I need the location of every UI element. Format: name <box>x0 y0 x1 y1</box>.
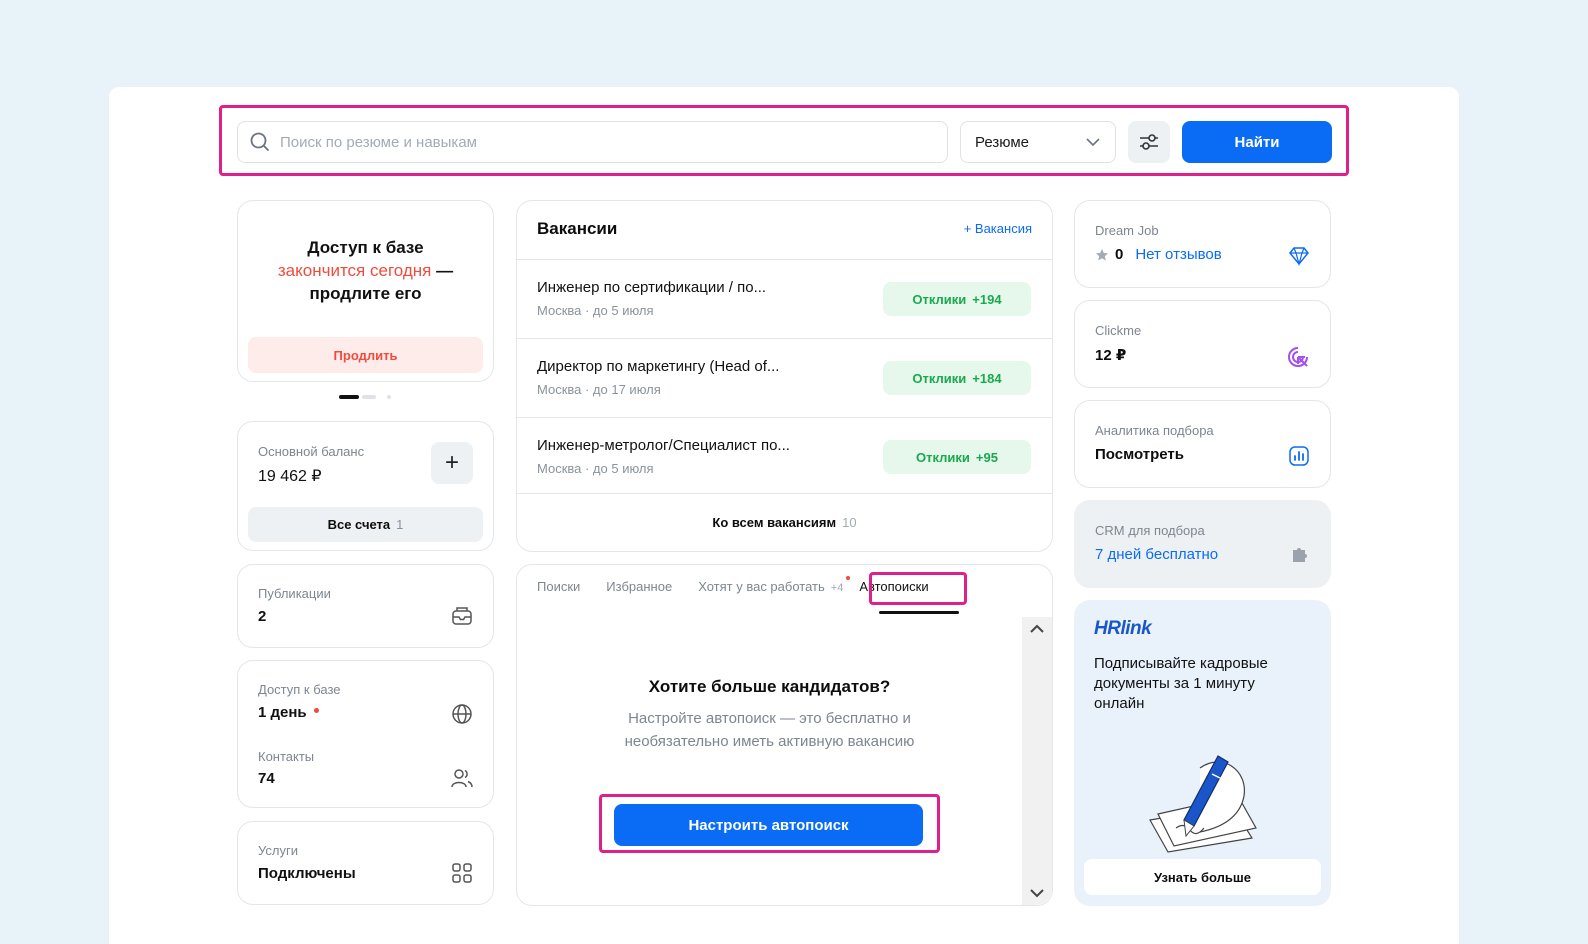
vacancy-row[interactable]: Директор по маркетингу (Head of... Москв… <box>517 338 1052 417</box>
clickme-card[interactable]: Clickme 12 ₽ <box>1074 300 1331 388</box>
target-cursor-icon <box>1288 347 1308 367</box>
renew-button[interactable]: Продлить <box>248 337 483 373</box>
active-tab-indicator <box>879 611 959 614</box>
responses-badge[interactable]: Отклики +184 <box>883 361 1031 395</box>
carousel-dot[interactable] <box>362 395 376 399</box>
dreamjob-card[interactable]: Dream Job 0 Нет отзывов <box>1074 200 1331 288</box>
globe-icon <box>452 704 472 724</box>
responses-badge[interactable]: Отклики +194 <box>883 282 1031 316</box>
find-button[interactable]: Найти <box>1182 121 1332 163</box>
hrlink-logo: HRlink <box>1094 618 1152 639</box>
search-type-value: Резюме <box>975 133 1029 151</box>
filters-button[interactable] <box>1128 121 1170 163</box>
db-access-card[interactable]: Доступ к базе 1 день Контакты 74 <box>237 660 494 808</box>
hrlink-promo-card: HRlink Подписывайте кадровые документы з… <box>1074 600 1331 906</box>
inbox-icon <box>452 607 472 625</box>
star-icon <box>1096 248 1108 260</box>
responses-badge[interactable]: Отклики +95 <box>883 440 1031 474</box>
services-card[interactable]: Услуги Подключены <box>237 821 494 905</box>
learn-more-button[interactable]: Узнать больше <box>1084 859 1321 895</box>
db-access-value: 1 день <box>258 704 319 721</box>
publications-card[interactable]: Публикации 2 <box>237 564 494 648</box>
puzzle-icon <box>1293 548 1307 562</box>
carousel-dots <box>339 395 391 399</box>
all-vacancies-link[interactable]: Ко всем вакансиям 10 <box>517 493 1052 551</box>
search-type-select[interactable]: Резюме <box>960 121 1116 163</box>
setup-autosearch-button[interactable]: Настроить автопоиск <box>614 804 923 846</box>
tab-favorites[interactable]: Избранное <box>606 579 672 594</box>
candidates-card: Поиски Избранное Хотят у вас работать +4 … <box>516 564 1053 906</box>
chevron-up-icon <box>1030 624 1044 633</box>
scroll-up-arrow[interactable] <box>1022 617 1052 641</box>
candidates-tabs: Поиски Избранное Хотят у вас работать +4 … <box>537 576 929 594</box>
vacancies-title: Вакансии <box>537 219 618 238</box>
chevron-down-icon <box>1086 138 1100 147</box>
search-input-wrapper[interactable] <box>237 121 948 163</box>
balance-card: Основной баланс 19 462 ₽ + Все счета 1 <box>237 421 494 551</box>
balance-label: Основной баланс <box>258 444 365 459</box>
all-accounts-button[interactable]: Все счета 1 <box>248 507 483 542</box>
alert-dot <box>313 708 319 713</box>
users-icon <box>451 769 473 788</box>
carousel-dot[interactable] <box>387 395 391 399</box>
bar-chart-icon <box>1289 446 1309 466</box>
analytics-card[interactable]: Аналитика подбора Посмотреть <box>1074 400 1331 488</box>
reviews-link[interactable]: Нет отзывов <box>1135 246 1221 263</box>
add-vacancy-link[interactable]: + Вакансия <box>964 221 1032 236</box>
autosearch-title: Хотите больше кандидатов? <box>648 677 891 696</box>
tab-autosearch[interactable]: Автопоиски <box>859 579 928 594</box>
vacancy-row[interactable]: Инженер по сертификации / по... Москва ·… <box>517 259 1052 338</box>
top-up-button[interactable]: + <box>431 442 473 484</box>
alert-dot <box>846 576 851 580</box>
autosearch-text: Настройте автопоиск — это бесплатно и не… <box>624 710 915 750</box>
signing-illustration <box>1149 755 1257 853</box>
scrollbar[interactable] <box>1022 617 1052 905</box>
vacancies-card: Вакансии + Вакансия Инженер по сертифика… <box>516 200 1053 552</box>
diamond-icon <box>1289 247 1309 267</box>
promo-text: Доступ к базе закончится сегодня — продл… <box>277 238 454 303</box>
grid-icon <box>452 863 472 883</box>
search-input[interactable] <box>280 133 947 151</box>
tab-want-to-work[interactable]: Хотят у вас работать +4 <box>698 576 851 594</box>
balance-value: 19 462 ₽ <box>258 468 322 485</box>
scroll-down-arrow[interactable] <box>1022 881 1052 905</box>
vacancy-row[interactable]: Инженер-метролог/Специалист по... Москва… <box>517 417 1052 496</box>
carousel-dot-active[interactable] <box>339 395 359 399</box>
promo-card: Доступ к базе закончится сегодня — продл… <box>237 200 494 382</box>
sliders-icon <box>1140 134 1158 150</box>
search-icon <box>250 132 269 151</box>
hrlink-text: Подписывайте кадровые документы за 1 мин… <box>1094 655 1268 712</box>
crm-card[interactable]: CRM для подбора 7 дней бесплатно <box>1074 500 1331 588</box>
tab-searches[interactable]: Поиски <box>537 579 580 594</box>
chevron-down-icon <box>1030 889 1044 898</box>
plus-icon: + <box>444 449 459 476</box>
